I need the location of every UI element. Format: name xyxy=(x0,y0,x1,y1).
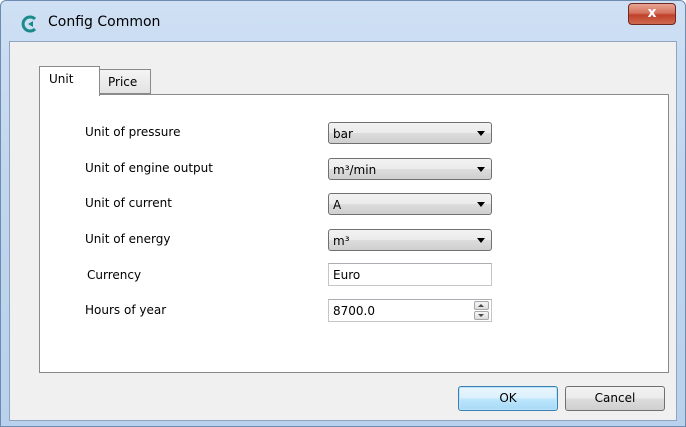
spinner-buttons xyxy=(474,301,489,320)
currency-input[interactable] xyxy=(328,263,492,286)
hours-of-year-label: Hours of year xyxy=(85,303,167,317)
hours-of-year-input[interactable] xyxy=(329,300,459,321)
tab-price-label: Price xyxy=(108,75,138,89)
unit-of-energy-value: m³ xyxy=(333,234,350,248)
unit-of-current-label: Unit of current xyxy=(85,196,172,210)
chevron-down-icon xyxy=(477,167,485,172)
title-bar[interactable]: Config Common x xyxy=(1,1,685,41)
chevron-down-icon xyxy=(477,202,485,207)
unit-of-pressure-label: Unit of pressure xyxy=(85,125,181,139)
unit-of-engine-output-value: m³/min xyxy=(333,163,377,177)
hours-of-year-spinner[interactable] xyxy=(328,299,492,322)
unit-of-pressure-value: bar xyxy=(333,127,353,141)
spin-down-icon xyxy=(478,314,484,317)
unit-of-energy-label: Unit of energy xyxy=(85,232,171,246)
tab-price[interactable]: Price xyxy=(99,69,151,94)
close-button[interactable]: x xyxy=(628,3,676,25)
unit-of-engine-output-label: Unit of engine output xyxy=(85,161,213,175)
spin-up-icon xyxy=(478,304,484,307)
close-icon: x xyxy=(647,5,657,21)
config-common-dialog: Config Common x Unit Price Unit of press… xyxy=(0,0,686,427)
unit-of-current-value: A xyxy=(333,198,342,212)
spin-down-button[interactable] xyxy=(474,311,489,320)
dialog-body: Unit Price Unit of pressure bar Unit of … xyxy=(9,41,677,421)
unit-of-current-dropdown[interactable]: A xyxy=(328,193,492,215)
spin-up-button[interactable] xyxy=(474,301,489,310)
unit-tab-panel: Unit of pressure bar Unit of engine outp… xyxy=(39,94,669,373)
app-logo-icon xyxy=(21,15,39,33)
currency-label: Currency xyxy=(87,268,142,282)
tab-unit[interactable]: Unit xyxy=(39,66,100,96)
ok-button[interactable]: OK xyxy=(458,386,558,411)
chevron-down-icon xyxy=(477,238,485,243)
unit-of-energy-dropdown[interactable]: m³ xyxy=(328,229,492,251)
tab-unit-label: Unit xyxy=(49,72,74,86)
unit-of-pressure-dropdown[interactable]: bar xyxy=(328,122,492,144)
unit-of-engine-output-dropdown[interactable]: m³/min xyxy=(328,158,492,180)
window-title: Config Common xyxy=(48,14,161,30)
cancel-button[interactable]: Cancel xyxy=(565,386,665,411)
chevron-down-icon xyxy=(477,131,485,136)
